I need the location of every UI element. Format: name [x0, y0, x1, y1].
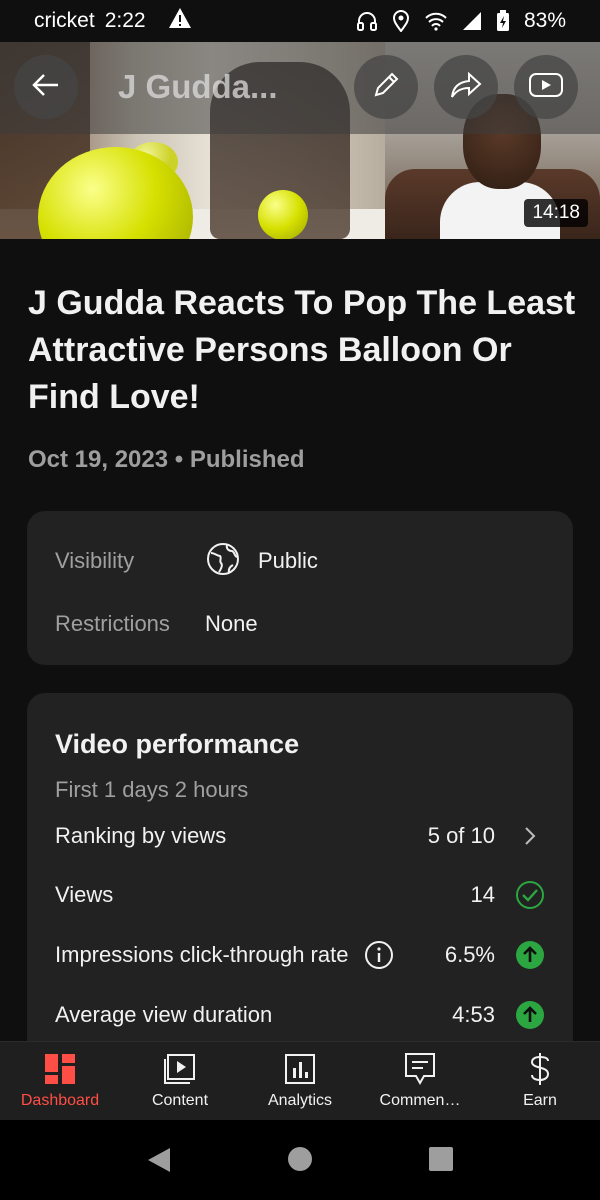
- dollar-icon: [523, 1052, 557, 1086]
- back-button[interactable]: [14, 55, 78, 119]
- bottom-navigation: Dashboard Content Analytics Commen… Earn: [0, 1041, 600, 1120]
- analytics-icon: [283, 1052, 317, 1086]
- carrier-label: cricket: [34, 9, 95, 32]
- dashboard-icon: [43, 1052, 77, 1086]
- system-home-icon[interactable]: [287, 1146, 315, 1174]
- top-app-bar: [0, 42, 600, 134]
- duration-badge: 14:18: [524, 199, 588, 227]
- status-bar: cricket 2:22 83%: [0, 0, 600, 42]
- visibility-value: Public: [258, 548, 318, 573]
- ranking-value: 5 of 10: [427, 823, 495, 848]
- open-youtube-button[interactable]: [514, 55, 578, 119]
- check-circle-icon: [515, 880, 545, 910]
- signal-icon: [462, 11, 482, 31]
- location-icon: [392, 10, 410, 32]
- system-back-icon[interactable]: [146, 1146, 174, 1174]
- nav-label: Analytics: [267, 1092, 333, 1109]
- globe-icon: [205, 541, 241, 582]
- warning-icon: [168, 7, 192, 35]
- avg-duration-label: Average view duration: [55, 1002, 273, 1027]
- system-recents-icon[interactable]: [428, 1146, 456, 1174]
- nav-content[interactable]: Content: [120, 1042, 240, 1120]
- video-meta: Oct 19, 2023 • Published: [28, 446, 305, 473]
- ctr-value: 6.5%: [444, 942, 495, 967]
- arrow-up-circle-icon: [515, 1000, 545, 1030]
- avg-duration-value: 4:53: [452, 1002, 495, 1027]
- content-icon: [163, 1052, 197, 1086]
- system-navigation-bar: [0, 1120, 600, 1200]
- nav-dashboard[interactable]: Dashboard: [0, 1042, 120, 1120]
- arrow-up-circle-icon: [515, 940, 545, 970]
- ctr-label: Impressions click-through rate: [55, 942, 349, 967]
- youtube-icon: [528, 71, 564, 104]
- nav-earn[interactable]: Earn: [480, 1042, 600, 1120]
- restrictions-value: None: [205, 611, 258, 636]
- views-row: Views 14: [55, 875, 545, 915]
- performance-title: Video performance: [55, 729, 300, 759]
- nav-label: Dashboard: [20, 1092, 100, 1109]
- video-thumbnail[interactable]: J Gudda... 14:18: [0, 42, 600, 239]
- header-title: J Gudda...: [118, 68, 278, 105]
- pencil-icon: [370, 69, 402, 106]
- visibility-label: Visibility: [55, 548, 135, 573]
- nav-analytics[interactable]: Analytics: [240, 1042, 360, 1120]
- arrow-left-icon: [30, 69, 62, 106]
- ranking-row[interactable]: Ranking by views 5 of 10: [55, 816, 545, 856]
- performance-subtitle: First 1 days 2 hours: [55, 777, 249, 802]
- avg-duration-row: Average view duration 4:53: [55, 995, 545, 1035]
- views-value: 14: [470, 882, 495, 907]
- nav-comments[interactable]: Commen…: [360, 1042, 480, 1120]
- comments-icon: [403, 1052, 437, 1086]
- nav-label: Commen…: [379, 1092, 461, 1109]
- wifi-icon: [424, 11, 448, 31]
- battery-percent: 83%: [523, 9, 566, 32]
- info-icon[interactable]: [364, 940, 394, 970]
- share-icon: [449, 70, 483, 105]
- ctr-row: Impressions click-through rate 6.5%: [55, 935, 545, 975]
- ranking-label: Ranking by views: [55, 823, 227, 848]
- headphones-icon: [356, 10, 378, 32]
- chevron-right-icon: [515, 821, 545, 851]
- share-button[interactable]: [434, 55, 498, 119]
- restrictions-label: Restrictions: [55, 611, 170, 636]
- battery-icon: [496, 10, 510, 32]
- video-title: J Gudda Reacts To Pop The Least Attracti…: [28, 284, 576, 416]
- edit-button[interactable]: [354, 55, 418, 119]
- nav-label: Earn: [523, 1092, 557, 1109]
- clock: 2:22: [104, 9, 146, 32]
- video-performance-card: Video performance First 1 days 2 hours R…: [27, 693, 573, 1093]
- nav-label: Content: [151, 1092, 209, 1109]
- views-label: Views: [55, 882, 114, 907]
- details-card[interactable]: Visibility Public Restrictions None: [27, 511, 573, 665]
